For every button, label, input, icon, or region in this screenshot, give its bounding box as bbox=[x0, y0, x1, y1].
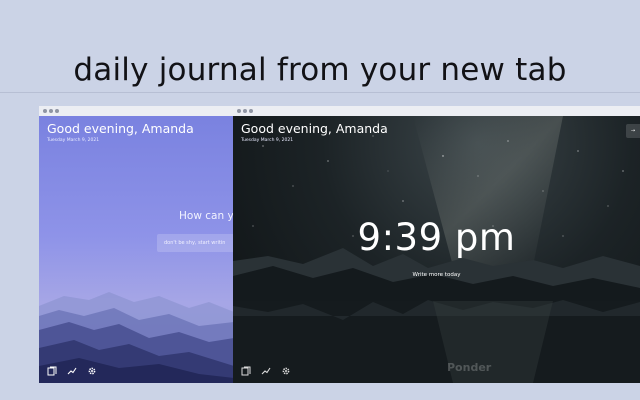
window-dot bbox=[249, 109, 253, 113]
corner-menu-button[interactable]: → bbox=[626, 124, 640, 138]
toolbar bbox=[241, 366, 291, 376]
brand-logo: Ponder bbox=[447, 361, 492, 374]
journal-prompt: How can you bbox=[179, 210, 234, 222]
right-browser-window: Good evening, Amanda Tuesday March 9, 20… bbox=[233, 106, 640, 383]
clock: 9:39 pm bbox=[357, 216, 516, 259]
date-label: Tuesday March 9, 2021 bbox=[47, 138, 100, 143]
window-dot bbox=[49, 109, 53, 113]
journal-input[interactable] bbox=[157, 234, 234, 252]
stats-icon[interactable] bbox=[67, 366, 77, 376]
right-newtab-page: Good evening, Amanda Tuesday March 9, 20… bbox=[233, 116, 640, 383]
journal-icon[interactable] bbox=[241, 366, 251, 376]
divider bbox=[0, 92, 640, 93]
journal-icon[interactable] bbox=[47, 366, 57, 376]
stats-icon[interactable] bbox=[261, 366, 271, 376]
window-dot bbox=[55, 109, 59, 113]
write-more-link[interactable]: Write more today bbox=[233, 272, 640, 278]
date-label: Tuesday March 9, 2021 bbox=[241, 138, 294, 143]
window-dot bbox=[43, 109, 47, 113]
greeting: Good evening, Amanda bbox=[241, 121, 388, 136]
left-newtab-page: Good evening, Amanda Tuesday March 9, 20… bbox=[39, 116, 234, 383]
toolbar bbox=[47, 366, 97, 376]
settings-icon[interactable] bbox=[87, 366, 97, 376]
headline: daily journal from your new tab bbox=[73, 52, 567, 88]
window-dot bbox=[243, 109, 247, 113]
left-browser-window: Good evening, Amanda Tuesday March 9, 20… bbox=[39, 106, 234, 383]
greeting: Good evening, Amanda bbox=[47, 121, 194, 136]
window-dot bbox=[237, 109, 241, 113]
settings-icon[interactable] bbox=[281, 366, 291, 376]
